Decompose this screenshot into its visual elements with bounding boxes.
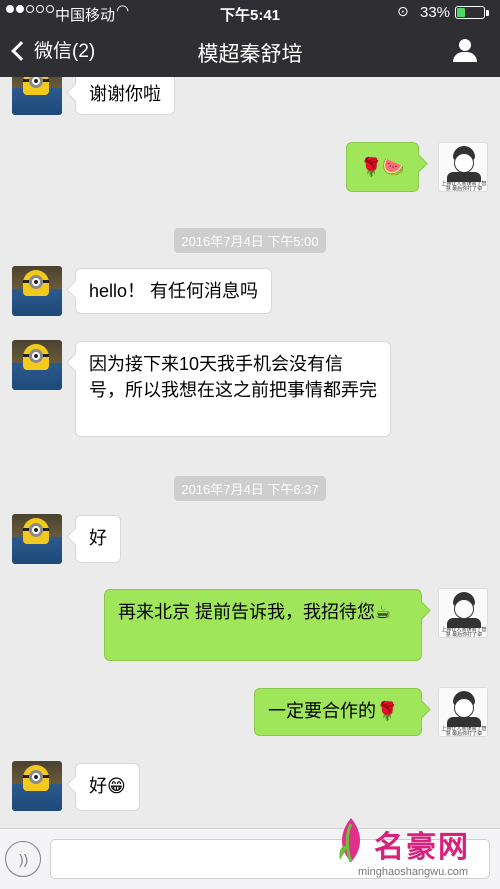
rotation-lock-icon: ⊙ bbox=[397, 3, 409, 19]
battery-tip bbox=[486, 10, 489, 16]
contact-avatar[interactable] bbox=[12, 761, 62, 811]
watermark-url: minghaoshangwu.com bbox=[358, 866, 469, 878]
top-bar: 中国移动 ◠ 下午5:41 ⊙ 33% 微信(2) 模超秦舒培 bbox=[0, 0, 500, 77]
status-bar: 中国移动 ◠ 下午5:41 ⊙ 33% bbox=[0, 0, 500, 26]
contact-profile-icon[interactable] bbox=[453, 39, 477, 63]
leaf-logo-icon bbox=[339, 818, 361, 863]
my-avatar-caption: 上帝让人间误会了智慧 最后你打了卓 bbox=[441, 181, 487, 192]
message-bubble-incoming[interactable]: 好😁 bbox=[75, 763, 140, 811]
message-bubble-outgoing[interactable]: 再来北京 提前告诉我，我招待您☕ bbox=[104, 589, 422, 661]
chat-area[interactable]: 谢谢你啦 🌹🍉 上帝让人间误会了智慧 最后你打了卓 2016年7月4日 下午5:… bbox=[0, 77, 500, 828]
battery-fill bbox=[457, 8, 465, 17]
message-bubble-incoming[interactable]: 因为接下来10天我手机会没有信号，所以我想在这之前把事情都弄完 bbox=[75, 341, 391, 437]
watermark-brand: 名豪网 bbox=[374, 831, 470, 864]
message-bubble-outgoing[interactable]: 🌹🍉 bbox=[346, 142, 419, 192]
my-avatar[interactable]: 上帝让人间误会了智慧 最后你打了卓 bbox=[438, 142, 488, 192]
my-avatar-caption: 上帝让人间误会了智慧 最后你打了卓 bbox=[441, 627, 487, 638]
contact-avatar[interactable] bbox=[12, 266, 62, 316]
timestamp-divider: 2016年7月4日 下午6:37 bbox=[0, 476, 500, 501]
battery-icon bbox=[455, 6, 485, 19]
timestamp-divider: 2016年7月4日 下午5:00 bbox=[0, 228, 500, 253]
my-avatar[interactable]: 上帝让人间误会了智慧 最后你打了卓 bbox=[438, 687, 488, 737]
contact-avatar[interactable] bbox=[12, 77, 62, 115]
timestamp-label: 2016年7月4日 下午5:00 bbox=[174, 228, 326, 253]
message-bubble-incoming[interactable]: 好 bbox=[75, 515, 121, 563]
message-bubble-incoming[interactable]: hello！ 有任何消息吗 bbox=[75, 268, 273, 314]
timestamp-label: 2016年7月4日 下午6:37 bbox=[174, 476, 326, 501]
contact-avatar[interactable] bbox=[12, 514, 62, 564]
contact-avatar[interactable] bbox=[12, 340, 62, 390]
navigation-bar: 微信(2) 模超秦舒培 bbox=[0, 26, 500, 77]
battery-percent: 33% bbox=[420, 4, 451, 21]
chat-title: 模超秦舒培 bbox=[197, 43, 303, 66]
voice-wave-icon: )) bbox=[19, 851, 29, 867]
message-bubble-incoming[interactable]: 谢谢你啦 bbox=[75, 77, 175, 115]
voice-input-button[interactable]: )) bbox=[5, 841, 41, 877]
my-avatar[interactable]: 上帝让人间误会了智慧 最后你打了卓 bbox=[438, 588, 488, 638]
my-avatar-caption: 上帝让人间误会了智慧 最后你打了卓 bbox=[441, 726, 487, 737]
watermark-logo: 名豪网 minghaoshangwu.com bbox=[330, 812, 500, 889]
message-bubble-outgoing[interactable]: 一定要合作的🌹 bbox=[254, 688, 422, 736]
